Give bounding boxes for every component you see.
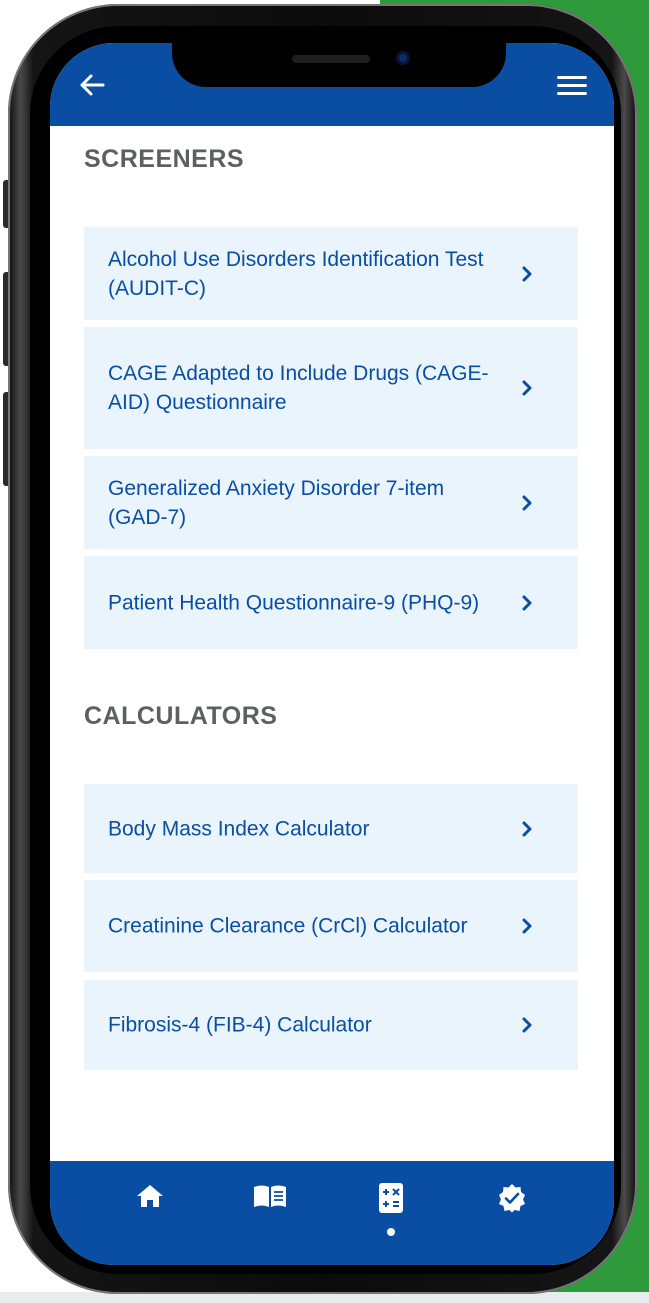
calculator-item-bmi[interactable]: Body Mass Index Calculator — [84, 784, 578, 873]
screener-item-phq-9[interactable]: Patient Health Questionnaire-9 (PHQ-9) — [84, 556, 578, 649]
verified-badge-icon — [499, 1184, 525, 1213]
screener-item-label: Generalized Anxiety Disorder 7-item (GAD… — [108, 476, 445, 529]
hamburger-menu-icon — [557, 76, 587, 95]
chevron-right-icon — [522, 821, 532, 836]
calculator-item-crcl[interactable]: Creatinine Clearance (CrCl) Calculator — [84, 880, 578, 972]
arrow-left-icon — [80, 74, 105, 96]
chevron-right-icon — [522, 380, 532, 396]
calculators-heading: CALCULATORS — [84, 702, 278, 730]
phone-notch — [172, 43, 506, 87]
menu-button[interactable] — [552, 69, 592, 101]
speaker-grille — [292, 55, 370, 63]
screener-item-label: Patient Health Questionnaire-9 (PHQ-9) — [108, 591, 480, 614]
screener-item-cage-aid[interactable]: CAGE Adapted to Include Drugs (CAGE-AID)… — [84, 327, 578, 449]
chevron-right-icon — [522, 1017, 532, 1033]
calculator-icon — [379, 1183, 403, 1213]
nav-home[interactable] — [120, 1183, 180, 1233]
calculator-item-label: Body Mass Index Calculator — [108, 817, 370, 840]
calculator-item-label: Fibrosis-4 (FIB-4) Calculator — [108, 1013, 372, 1037]
nav-calculators[interactable] — [361, 1183, 421, 1233]
bottom-navigation — [50, 1161, 614, 1265]
chevron-right-icon — [522, 595, 532, 610]
screener-item-label: CAGE Adapted to Include Drugs (CAGE-AID)… — [108, 362, 489, 414]
nav-library[interactable] — [240, 1183, 300, 1233]
book-icon — [254, 1185, 286, 1207]
screeners-heading: SCREENERS — [84, 145, 245, 173]
active-tab-indicator — [387, 1228, 395, 1236]
front-camera — [396, 51, 410, 65]
home-icon — [137, 1185, 163, 1207]
calculator-item-fib-4[interactable]: Fibrosis-4 (FIB-4) Calculator — [84, 980, 578, 1070]
back-button[interactable] — [74, 69, 110, 101]
screener-item-gad-7[interactable]: Generalized Anxiety Disorder 7-item (GAD… — [84, 456, 578, 549]
screener-item-label: Alcohol Use Disorders Identification Tes… — [108, 247, 484, 300]
chevron-right-icon — [522, 495, 532, 510]
phone-screen: SCREENERS Alcohol Use Disorders Identifi… — [50, 43, 614, 1265]
screener-item-audit-c[interactable]: Alcohol Use Disorders Identification Tes… — [84, 227, 578, 320]
chevron-right-icon — [522, 918, 532, 934]
nav-verified[interactable] — [482, 1183, 542, 1233]
calculator-item-label: Creatinine Clearance (CrCl) Calculator — [108, 914, 468, 938]
top-app-bar — [50, 43, 614, 126]
chevron-right-icon — [522, 266, 532, 281]
